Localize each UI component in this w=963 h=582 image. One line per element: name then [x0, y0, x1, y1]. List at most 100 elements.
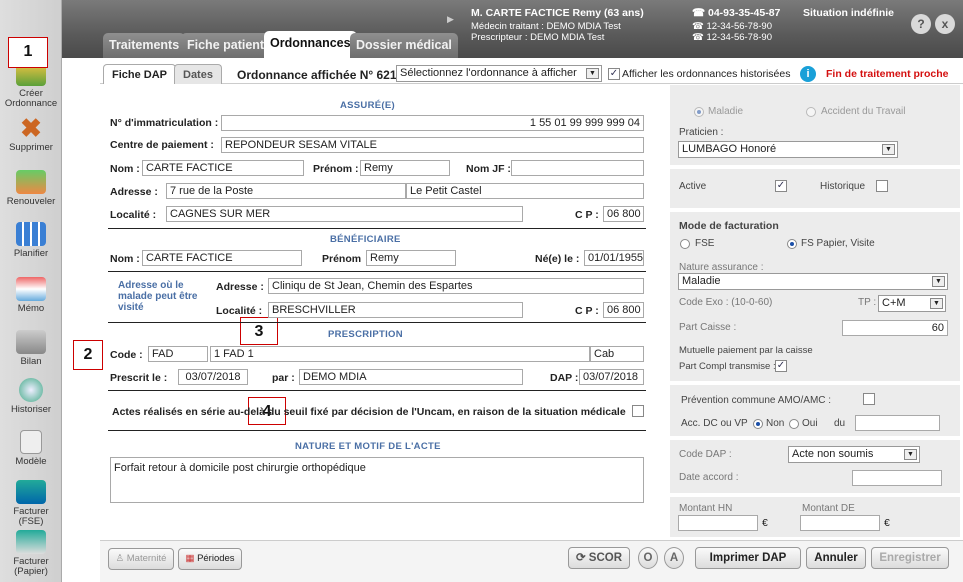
callout-1: 1	[8, 37, 48, 68]
a-button[interactable]: A	[664, 547, 684, 569]
fs-papier-radio[interactable]	[787, 239, 797, 249]
prescrit-field[interactable]: 03/07/2018	[178, 369, 248, 385]
dap-field[interactable]: 03/07/2018	[579, 369, 644, 385]
mutuelle-label: Mutuelle paiement par la caisse	[679, 345, 813, 356]
divider	[108, 430, 646, 431]
code-dap-select[interactable]: Acte non soumis ▼	[788, 446, 920, 463]
bill-paper-button[interactable]: Facturer (Papier)	[0, 530, 62, 577]
nomjf-field[interactable]	[511, 160, 644, 176]
montant-hn-field[interactable]	[678, 515, 758, 531]
memo-button[interactable]: Mémo	[0, 277, 62, 314]
cp-field[interactable]: 06 800	[603, 206, 644, 222]
prevention-checkbox[interactable]	[863, 393, 875, 405]
ordonnance-number: Ordonnance affichée N° 621	[237, 68, 397, 82]
nature-assurance-select[interactable]: Maladie ▼	[678, 273, 948, 290]
part-caisse-field[interactable]: 60	[842, 320, 948, 336]
maternite-button[interactable]: ♙ Maternité	[108, 548, 174, 570]
chevron-down-icon: ▼	[882, 144, 895, 155]
immat-field[interactable]: 1 55 01 99 999 999 04	[221, 115, 644, 131]
tab-fiche-dap[interactable]: Fiche DAP	[103, 64, 177, 84]
chevron-down-icon: ▼	[930, 298, 943, 309]
tab-fiche-patient[interactable]: Fiche patient	[181, 33, 271, 58]
praticien-select[interactable]: LUMBAGO Honoré ▼	[678, 141, 898, 158]
o-button[interactable]: O	[638, 547, 658, 569]
help-icon[interactable]: ?	[911, 14, 931, 34]
date-accord-field[interactable]	[852, 470, 942, 486]
ben-adresse-field[interactable]: Cliniqu de St Jean, Chemin des Espartes	[268, 278, 644, 294]
ben-cp-field[interactable]: 06 800	[603, 302, 644, 318]
phone-icon: ☎	[692, 7, 708, 19]
code-field[interactable]: FAD	[148, 346, 208, 362]
fs-papier-label: FS Papier, Visite	[801, 238, 875, 249]
ben-prenom-label: Prénom	[322, 253, 362, 265]
du-field[interactable]	[855, 415, 940, 431]
assure-title: ASSURÉ(E)	[340, 100, 395, 111]
adresse-label: Adresse :	[110, 186, 158, 198]
ben-nom-field[interactable]: CARTE FACTICE	[142, 250, 302, 266]
maladie-label: Maladie	[708, 106, 744, 117]
nom-label: Nom :	[110, 163, 140, 175]
fse-label: FSE	[695, 238, 715, 249]
adresse-field[interactable]: 7 rue de la Poste	[166, 183, 406, 199]
delete-icon: ✖	[20, 113, 42, 143]
renew-button[interactable]: Renouveler	[0, 170, 62, 207]
model-button[interactable]: Modèle	[0, 430, 62, 467]
separator	[670, 208, 960, 212]
cab-field[interactable]: Cab	[590, 346, 644, 362]
ordonnance-select[interactable]: Sélectionnez l'ordonnance à afficher ▼	[396, 65, 602, 82]
bill-fse-button[interactable]: Facturer (FSE)	[0, 480, 62, 527]
historiser-button[interactable]: Historiser	[0, 378, 62, 415]
localite-field[interactable]: CAGNES SUR MER	[166, 206, 523, 222]
prescripteur: Prescripteur : DEMO MDIA Test	[471, 32, 605, 43]
visite-label: Adresse où le malade peut être visité	[118, 280, 198, 313]
mode-label: Mode de facturation	[679, 220, 779, 232]
centre-field[interactable]: REPONDEUR SESAM VITALE	[221, 137, 644, 153]
code2-field[interactable]: 1 FAD 1	[210, 346, 590, 362]
part-compl-label: Part Compl transmise :	[679, 361, 776, 372]
euro-symbol: €	[884, 517, 890, 529]
nature-textarea[interactable]: Forfait retour à domicile post chirurgie…	[110, 457, 644, 503]
scor-button[interactable]: ⟳ SCOR	[568, 547, 630, 569]
cancel-button[interactable]: Annuler	[806, 547, 866, 569]
bilan-button[interactable]: Bilan	[0, 330, 62, 367]
print-dap-button[interactable]: Imprimer DAP	[695, 547, 801, 569]
fse-radio[interactable]	[680, 239, 690, 249]
active-checkbox[interactable]: ✓	[775, 180, 787, 192]
actes-serie-label: Actes réalisés en série au-delà du seuil…	[112, 406, 626, 418]
divider	[108, 390, 646, 391]
create-ordonnance-button[interactable]: Créer Ordonnance	[0, 62, 62, 109]
ne-label: Né(e) le :	[535, 253, 580, 265]
plan-button[interactable]: Planifier	[0, 222, 62, 259]
delete-button[interactable]: ✖ Supprimer	[0, 113, 62, 153]
show-historised-checkbox[interactable]: ✓	[608, 68, 620, 80]
tab-traitements[interactable]: Traitements	[103, 33, 186, 58]
actes-serie-checkbox[interactable]	[632, 405, 644, 417]
ben-prenom-field[interactable]: Remy	[366, 250, 456, 266]
renew-icon	[16, 170, 46, 194]
save-button[interactable]: Enregistrer	[871, 547, 949, 569]
divider	[108, 228, 646, 229]
adresse2-field[interactable]: Le Petit Castel	[406, 183, 644, 199]
part-compl-checkbox[interactable]: ✓	[775, 360, 787, 372]
tab-ordonnances[interactable]: Ordonnances	[264, 31, 357, 58]
historique-checkbox[interactable]	[876, 180, 888, 192]
tab-dates[interactable]: Dates	[174, 64, 222, 84]
du-label: du	[834, 418, 846, 429]
show-historised-label: Afficher les ordonnances historisées	[622, 68, 791, 80]
prenom-field[interactable]: Remy	[360, 160, 450, 176]
par-field[interactable]: DEMO MDIA	[299, 369, 523, 385]
ben-localite-field[interactable]: BRESCHVILLER	[268, 302, 523, 318]
euro-symbol: €	[762, 517, 768, 529]
periodes-button[interactable]: ▦ Périodes	[178, 548, 242, 570]
oui-radio[interactable]	[789, 419, 799, 429]
ne-field[interactable]: 01/01/1955	[584, 250, 644, 266]
non-radio[interactable]	[753, 419, 763, 429]
nom-field[interactable]: CARTE FACTICE	[142, 160, 304, 176]
tp-select[interactable]: C+M ▼	[878, 295, 946, 312]
tab-dossier-medical[interactable]: Dossier médical	[350, 33, 458, 58]
maladie-radio[interactable]	[694, 107, 704, 117]
accident-radio[interactable]	[806, 107, 816, 117]
close-icon[interactable]: x	[935, 14, 955, 34]
montant-de-field[interactable]	[800, 515, 880, 531]
callout-2: 2	[73, 340, 103, 370]
